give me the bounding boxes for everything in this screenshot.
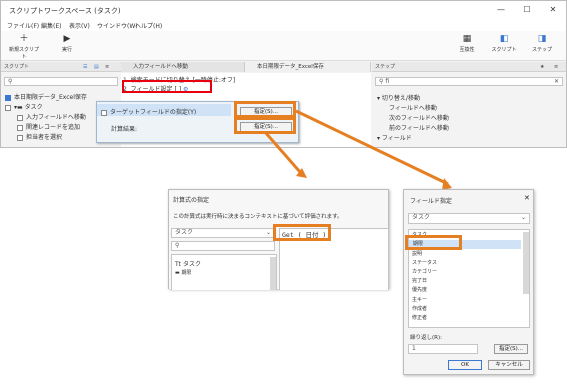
scrollbar[interactable] [523, 232, 529, 294]
chevron-down-icon: ⌄ [520, 214, 526, 221]
scrollbar[interactable] [270, 257, 276, 290]
field-highlight [405, 235, 462, 250]
repetition-label: 繰り返し(R): [410, 335, 442, 341]
cancel-button[interactable]: キャンセル [488, 360, 530, 370]
field-table-select[interactable]: タスク ⌄ [408, 213, 530, 224]
list-item[interactable]: 優先度 [412, 286, 427, 293]
field-dialog-title: フィールド指定 [410, 198, 452, 205]
field-dialog: フィールド指定 ✕ タスク ⌄ タスク 期限 説明 ステータス カテゴリー 完了… [403, 189, 534, 375]
ok-button[interactable]: OK [448, 360, 482, 370]
formula-text[interactable]: Get ( 日付 ) [282, 229, 326, 239]
list-item[interactable]: 作成者 [412, 305, 427, 312]
list-item[interactable]: 完了日 [412, 277, 427, 284]
list-item[interactable]: 修正者 [412, 314, 427, 321]
text-field-icon: Tt [175, 261, 183, 268]
repetition-input[interactable]: 1 [408, 344, 478, 354]
list-item[interactable]: 説明 [412, 250, 422, 257]
list-item[interactable]: Tt タスク [175, 259, 201, 268]
close-icon[interactable]: ✕ [524, 194, 530, 202]
arrow-to-field-dialog [295, 109, 449, 186]
chevron-down-icon: ⌄ [265, 229, 271, 236]
calc-field-list[interactable]: Tt タスク ▬ 期限 [171, 254, 277, 290]
list-item[interactable]: ▬ 期限 [175, 269, 191, 276]
list-item[interactable]: 主キー [412, 296, 427, 303]
list-item[interactable]: ステータス [412, 259, 437, 266]
arrow-to-calc-dialog [263, 131, 302, 173]
repetition-spec-button[interactable]: 指定(S)... [494, 344, 528, 354]
calc-table-select[interactable]: タスク ⌄ [171, 228, 275, 238]
calc-description: この計算式は実行時に決まるコンテキストに基づいて評価されます。 [173, 214, 343, 220]
calc-field-search[interactable]: ⚲ [171, 241, 275, 251]
calc-dialog-title: 計算式の指定 [173, 197, 210, 204]
search-icon: ⚲ [175, 242, 180, 249]
list-item[interactable]: カテゴリー [412, 268, 437, 275]
